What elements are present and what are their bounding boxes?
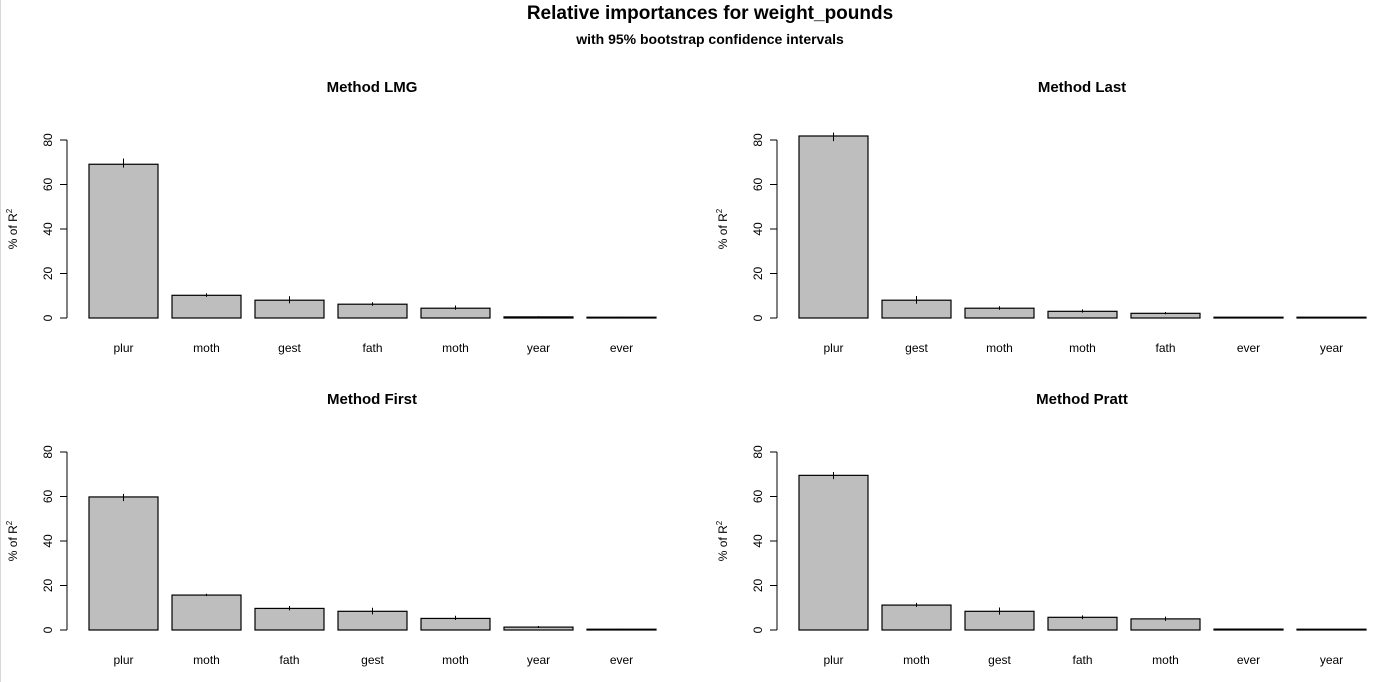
y-tick-label: 20 bbox=[751, 267, 765, 281]
panel-method-last: Method Last 0 20 40 60 80 % of R2 plur gest moth m… bbox=[715, 79, 1367, 355]
panel-method-first: Method First 0 20 40 60 80 % of R2 plur moth fath… bbox=[5, 391, 657, 667]
x-tick-label: moth bbox=[193, 653, 220, 667]
y-tick-label: 80 bbox=[41, 445, 55, 459]
x-tick-label: gest bbox=[278, 341, 301, 355]
y-axis-label: % of R2 bbox=[5, 208, 20, 249]
x-tick-label: gest bbox=[988, 653, 1011, 667]
x-tick-label: moth bbox=[442, 653, 469, 667]
y-tick-label: 40 bbox=[41, 222, 55, 236]
x-tick-label: ever bbox=[610, 341, 633, 355]
panel-method-lmg: Method LMG 0 20 40 60 80 % of R2 plur moth gest fa… bbox=[5, 79, 657, 355]
bar bbox=[798, 135, 869, 319]
bar bbox=[1047, 616, 1118, 631]
x-tick-label: plur bbox=[113, 653, 133, 667]
y-tick-label: 0 bbox=[751, 314, 765, 321]
bar bbox=[420, 617, 491, 631]
panel-title: Method First bbox=[327, 391, 417, 408]
y-tick-label: 80 bbox=[41, 133, 55, 147]
chart-area: Method LMG020406080% of R2plur moth gest fa… bbox=[5, 79, 1367, 667]
y-tick-label: 0 bbox=[41, 626, 55, 633]
y-axis-label-superscript: 2 bbox=[5, 208, 14, 213]
x-tick-label: year bbox=[1320, 653, 1343, 667]
y-tick-label: 40 bbox=[41, 534, 55, 548]
y-axis-label-superscript: 2 bbox=[5, 520, 14, 525]
y-tick-label: 0 bbox=[751, 626, 765, 633]
x-tick-label: ever bbox=[1237, 653, 1260, 667]
panel-title: Method LMG bbox=[327, 79, 418, 96]
bar bbox=[171, 594, 242, 631]
x-tick-label: ever bbox=[1237, 341, 1260, 355]
x-tick-label: ever bbox=[610, 653, 633, 667]
x-tick-label: year bbox=[527, 341, 550, 355]
y-axis-label: % of R2 bbox=[5, 520, 20, 561]
y-tick-label: 40 bbox=[751, 534, 765, 548]
bar bbox=[881, 604, 952, 631]
x-tick-label: plur bbox=[823, 341, 843, 355]
y-axis-label-text: % of R bbox=[716, 213, 730, 249]
y-tick-label: 80 bbox=[751, 445, 765, 459]
y-tick-label: 80 bbox=[751, 133, 765, 147]
bar bbox=[88, 163, 159, 319]
y-tick-label: 20 bbox=[41, 579, 55, 593]
x-tick-label: moth bbox=[193, 341, 220, 355]
x-tick-label: gest bbox=[905, 341, 928, 355]
bar bbox=[337, 303, 408, 319]
x-tick-label: plur bbox=[823, 653, 843, 667]
x-tick-label: year bbox=[1320, 341, 1343, 355]
x-tick-label: year bbox=[527, 653, 550, 667]
y-tick-label: 20 bbox=[41, 267, 55, 281]
y-tick-label: 0 bbox=[41, 314, 55, 321]
y-axis-label-text: % of R bbox=[6, 213, 20, 249]
y-tick-label: 60 bbox=[41, 490, 55, 504]
y-axis-label-text: % of R bbox=[6, 525, 20, 561]
x-tick-label: moth bbox=[1152, 653, 1179, 667]
x-tick-label: moth bbox=[442, 341, 469, 355]
x-tick-label: fath bbox=[362, 341, 382, 355]
bar bbox=[171, 294, 242, 319]
x-tick-label: moth bbox=[986, 341, 1013, 355]
y-tick-label: 60 bbox=[751, 178, 765, 192]
bar bbox=[88, 496, 159, 631]
y-axis-label-text: % of R bbox=[716, 525, 730, 561]
y-axis-label-superscript: 2 bbox=[715, 520, 724, 525]
y-tick-label: 60 bbox=[41, 178, 55, 192]
panel-title: Method Pratt bbox=[1036, 391, 1128, 408]
x-tick-label: moth bbox=[903, 653, 930, 667]
y-axis-label: % of R2 bbox=[715, 520, 730, 561]
panel-method-pratt: Method Pratt 0 20 40 60 80 % of R2 plur moth gest… bbox=[715, 391, 1367, 667]
x-tick-label: moth bbox=[1069, 341, 1096, 355]
bar bbox=[254, 607, 325, 631]
bar bbox=[798, 474, 869, 631]
x-tick-label: plur bbox=[113, 341, 133, 355]
y-tick-label: 20 bbox=[751, 579, 765, 593]
x-tick-label: fath bbox=[1155, 341, 1175, 355]
x-tick-label: fath bbox=[279, 653, 299, 667]
y-tick-label: 60 bbox=[751, 490, 765, 504]
y-tick-label: 40 bbox=[751, 222, 765, 236]
y-axis-label-superscript: 2 bbox=[715, 208, 724, 213]
x-tick-label: gest bbox=[361, 653, 384, 667]
panel-title: Method Last bbox=[1038, 79, 1126, 96]
y-axis-label: % of R2 bbox=[715, 208, 730, 249]
x-tick-label: fath bbox=[1072, 653, 1092, 667]
